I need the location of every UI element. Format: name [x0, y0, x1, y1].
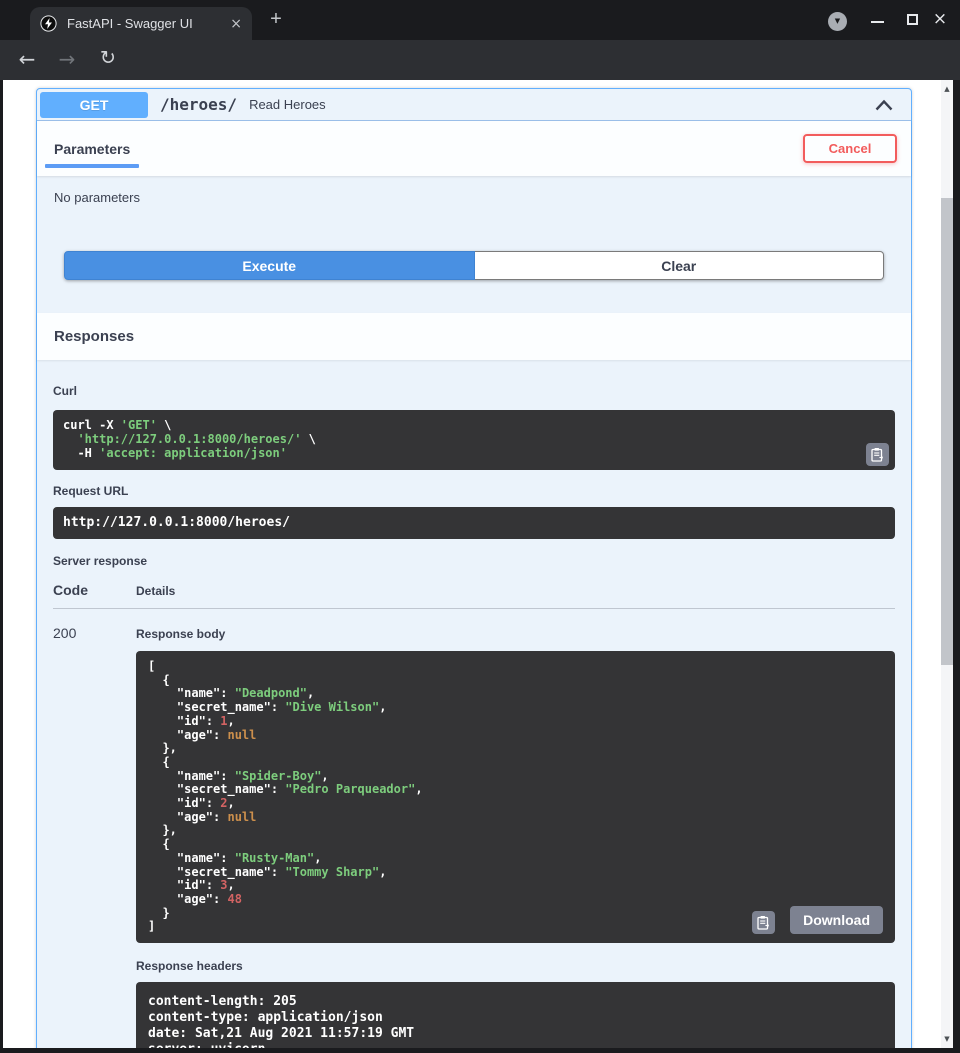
response-row-200: 200 Response body [ { "name": "Deadpond"…: [53, 609, 895, 1048]
scroll-up-icon[interactable]: ▲: [941, 82, 953, 96]
copy-response-button[interactable]: [752, 911, 775, 934]
scrollbar-thumb[interactable]: [941, 198, 953, 665]
reload-icon[interactable]: ↻: [95, 47, 121, 69]
responses-section-header: Responses: [37, 313, 911, 360]
server-response-table: Code Details 200 Response body [ { "name…: [53, 582, 895, 1048]
cancel-button[interactable]: Cancel: [803, 134, 897, 163]
request-url-label: Request URL: [53, 484, 895, 498]
browser-tab[interactable]: FastAPI - Swagger UI ×: [30, 7, 252, 40]
chevron-up-icon: [875, 99, 893, 111]
response-headers-label: Response headers: [136, 959, 895, 973]
collapse-button[interactable]: [875, 99, 893, 111]
response-body-json[interactable]: [ { "name": "Deadpond", "secret_name": "…: [136, 651, 895, 943]
browser-toolbar: ← → ↻ ⓘ 127.0.0.1:8000/docs#/default/rea…: [0, 40, 960, 80]
response-headers-block: content-length: 205 content-type: applic…: [136, 982, 895, 1048]
opblock-header[interactable]: GET /heroes/ Read Heroes: [37, 89, 911, 121]
response-body-label: Response body: [136, 627, 895, 641]
endpoint-path: /heroes/: [160, 95, 237, 114]
scroll-down-icon[interactable]: ▼: [941, 1032, 953, 1046]
parameters-tab-label: Parameters: [54, 141, 130, 157]
window-minimize-button[interactable]: [871, 21, 884, 23]
execute-row: Execute Clear: [64, 251, 884, 280]
curl-block: curl -X 'GET' \ 'http://127.0.0.1:8000/h…: [53, 410, 895, 470]
execute-button[interactable]: Execute: [64, 251, 475, 280]
tab-parameters[interactable]: Parameters: [45, 121, 139, 176]
endpoint-summary: Read Heroes: [249, 97, 326, 112]
tab-close-icon[interactable]: ×: [230, 16, 242, 32]
tab-strip: FastAPI - Swagger UI × + ▼ ×: [0, 0, 960, 40]
opblock-body: No parameters Execute Clear: [37, 176, 911, 280]
response-table-header: Code Details: [53, 582, 895, 609]
responses-title: Responses: [54, 328, 134, 345]
parameters-section-header: Parameters Cancel: [37, 121, 911, 176]
fastapi-favicon: [40, 15, 57, 32]
new-tab-button[interactable]: +: [264, 8, 288, 31]
status-code: 200: [53, 625, 136, 1048]
response-details: Response body [ { "name": "Deadpond", "s…: [136, 625, 895, 1048]
request-url-value: http://127.0.0.1:8000/heroes/: [53, 507, 895, 539]
responses-body: Curl curl -X 'GET' \ 'http://127.0.0.1:8…: [37, 360, 911, 1048]
back-icon[interactable]: ←: [14, 47, 40, 71]
tab-title: FastAPI - Swagger UI: [67, 16, 224, 31]
details-column-header: Details: [136, 584, 175, 598]
response-body-block: [ { "name": "Deadpond", "secret_name": "…: [136, 651, 895, 943]
clear-button[interactable]: Clear: [475, 251, 885, 280]
window-close-button[interactable]: ×: [930, 9, 950, 29]
window-maximize-button[interactable]: [907, 14, 918, 25]
download-button[interactable]: Download: [790, 906, 883, 934]
clipboard-icon: [871, 447, 884, 462]
execute-button-group: Execute Clear: [64, 251, 884, 280]
curl-command[interactable]: curl -X 'GET' \ 'http://127.0.0.1:8000/h…: [53, 410, 895, 470]
code-column-header: Code: [53, 582, 136, 598]
tab-search-icon[interactable]: ▼: [828, 12, 847, 31]
copy-curl-button[interactable]: [866, 443, 889, 466]
clipboard-icon: [757, 915, 770, 930]
response-body-actions: Download: [752, 906, 883, 934]
no-parameters-text: No parameters: [54, 190, 894, 205]
forward-icon: →: [54, 47, 80, 71]
opblock-get-heroes: GET /heroes/ Read Heroes Parameters Canc…: [36, 88, 912, 1048]
vertical-scrollbar[interactable]: ▲ ▼: [941, 80, 953, 1048]
server-response-label: Server response: [53, 554, 895, 568]
page-content: GET /heroes/ Read Heroes Parameters Canc…: [3, 80, 941, 1048]
curl-label: Curl: [53, 384, 77, 398]
method-badge: GET: [40, 92, 148, 118]
